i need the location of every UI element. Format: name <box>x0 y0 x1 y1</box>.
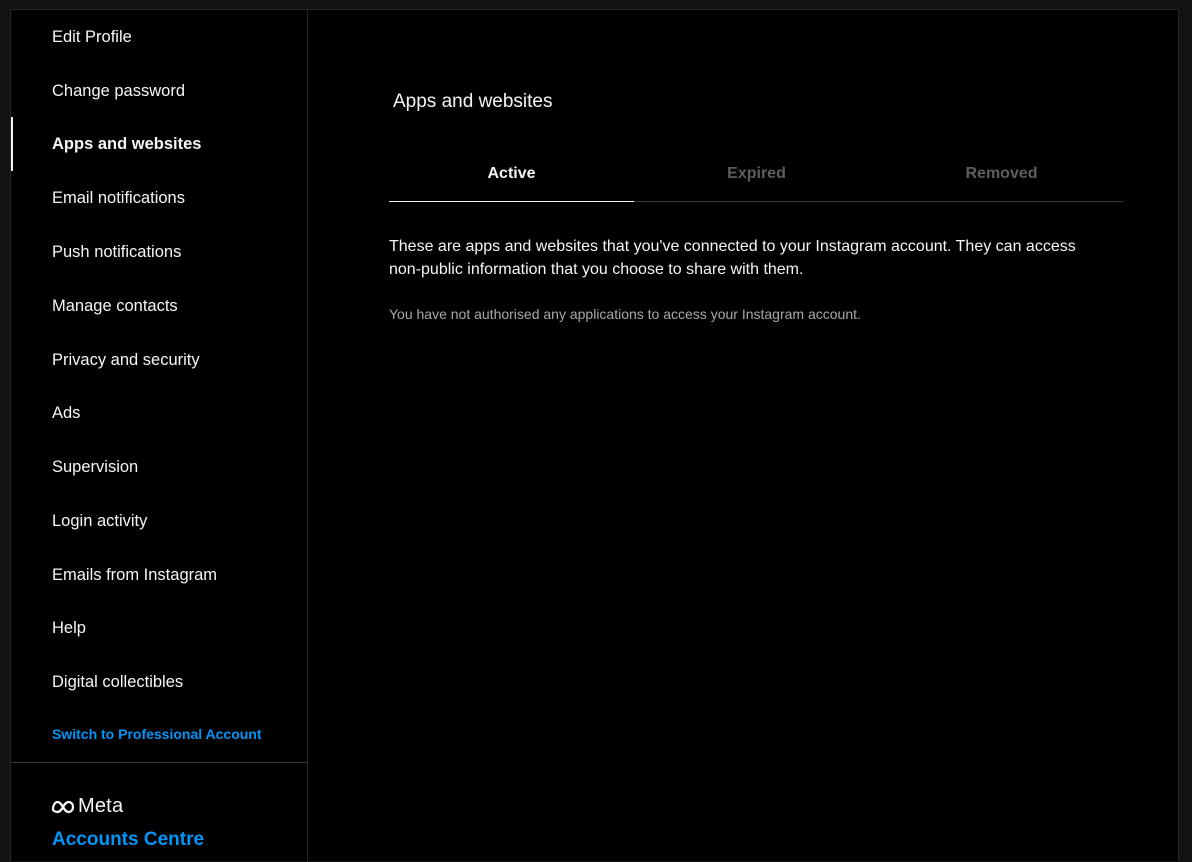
sidebar-item-ads[interactable]: Ads <box>11 386 307 440</box>
sidebar-item-emails-from-instagram[interactable]: Emails from Instagram <box>11 548 307 602</box>
sidebar-item-edit-profile[interactable]: Edit Profile <box>11 10 307 64</box>
meta-wordmark: Meta <box>78 795 124 817</box>
sidebar-item-digital-collectibles[interactable]: Digital collectibles <box>11 655 307 709</box>
status-tabs: Active Expired Removed <box>389 162 1124 202</box>
settings-window: Edit Profile Change password Apps and we… <box>10 9 1179 862</box>
sidebar-divider <box>11 762 307 763</box>
tab-active[interactable]: Active <box>389 162 634 202</box>
tab-expired[interactable]: Expired <box>634 162 879 201</box>
meta-infinity-icon <box>51 800 75 814</box>
sidebar-item-login-activity[interactable]: Login activity <box>11 494 307 548</box>
main-content: Apps and websites Active Expired Removed… <box>308 10 1178 861</box>
sidebar-item-supervision[interactable]: Supervision <box>11 440 307 494</box>
meta-logo: Meta <box>51 795 123 818</box>
sidebar-item-change-password[interactable]: Change password <box>11 64 307 118</box>
sidebar-item-help[interactable]: Help <box>11 601 307 655</box>
apps-description: These are apps and websites that you've … <box>389 238 1076 278</box>
sidebar-item-manage-contacts[interactable]: Manage contacts <box>11 279 307 333</box>
sidebar-item-email-notifications[interactable]: Email notifications <box>11 171 307 225</box>
page-title: Apps and websites <box>393 91 553 112</box>
tab-removed[interactable]: Removed <box>879 162 1124 201</box>
accounts-centre-link[interactable]: Accounts Centre <box>52 829 204 851</box>
sidebar-item-apps-and-websites[interactable]: Apps and websites <box>11 117 307 171</box>
settings-sidebar: Edit Profile Change password Apps and we… <box>11 10 308 862</box>
empty-state-message: You have not authorised any applications… <box>389 306 861 322</box>
switch-to-professional-link[interactable]: Switch to Professional Account <box>52 726 262 742</box>
sidebar-item-privacy-and-security[interactable]: Privacy and security <box>11 333 307 387</box>
sidebar-item-push-notifications[interactable]: Push notifications <box>11 225 307 279</box>
